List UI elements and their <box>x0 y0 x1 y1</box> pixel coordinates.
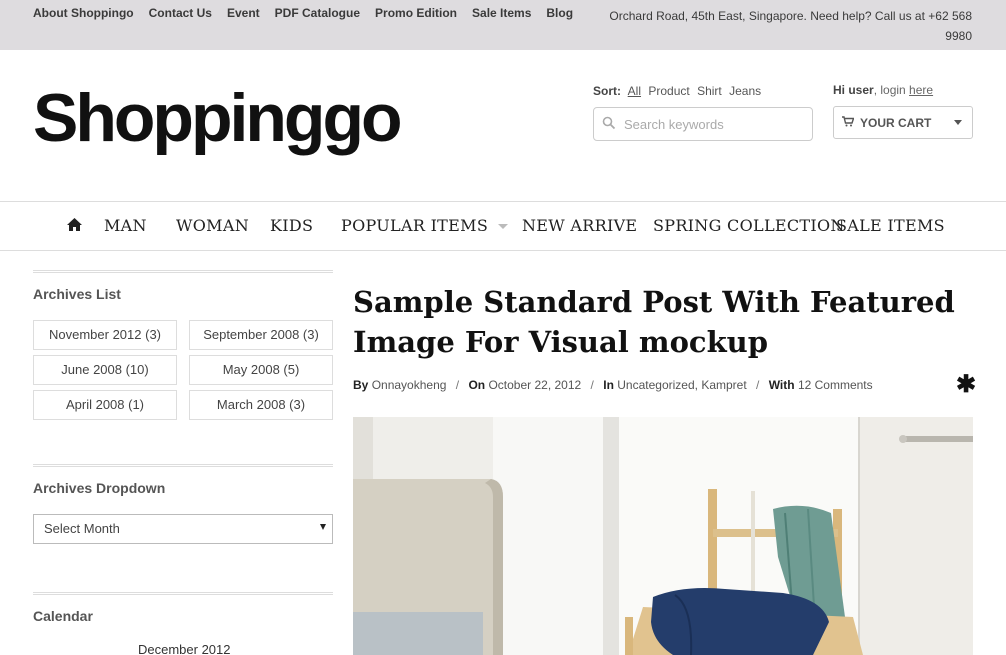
nav-item-sale-items[interactable]: SALE ITEMS <box>836 216 945 235</box>
sort-option-product[interactable]: Product <box>648 84 689 98</box>
home-icon[interactable] <box>67 218 82 236</box>
nav-item-popular-items[interactable]: POPULAR ITEMS <box>341 216 509 235</box>
sort-label: Sort: <box>593 84 621 98</box>
main-nav: MAN WOMAN KIDS POPULAR ITEMS NEW ARRIVE … <box>0 201 1006 251</box>
archives-dropdown-title: Archives Dropdown <box>33 480 166 496</box>
login-link[interactable]: here <box>909 83 933 97</box>
cart-icon <box>842 115 855 130</box>
archives-list-title: Archives List <box>33 286 121 302</box>
post-category[interactable]: Kampret <box>701 378 746 392</box>
top-link-about[interactable]: About Shoppingo <box>33 6 134 20</box>
post-author[interactable]: Onnayokheng <box>372 378 447 392</box>
top-link-blog[interactable]: Blog <box>546 6 573 20</box>
top-link-pdf-catalogue[interactable]: PDF Catalogue <box>275 6 360 20</box>
archive-link[interactable]: September 2008 (3) <box>189 320 333 350</box>
archive-link[interactable]: May 2008 (5) <box>189 355 333 385</box>
post-title[interactable]: Sample Standard Post With Featured Image… <box>353 282 973 362</box>
sort-option-all[interactable]: All <box>628 84 641 98</box>
nav-item-kids[interactable]: KIDS <box>270 216 313 235</box>
meta-with-label: With <box>768 378 795 392</box>
archive-link[interactable]: November 2012 (3) <box>33 320 177 350</box>
chevron-down-icon <box>320 524 326 530</box>
meta-on-label: On <box>468 378 486 392</box>
sticky-post-icon: ✱ <box>956 371 977 398</box>
select-value: Select Month <box>44 521 120 536</box>
featured-image[interactable] <box>353 417 973 655</box>
search-box <box>593 107 813 141</box>
nav-item-woman[interactable]: WOMAN <box>176 216 249 235</box>
cart-label: YOUR CART <box>860 115 932 130</box>
post-category[interactable]: Uncategorized <box>617 378 694 392</box>
top-links: About Shoppingo Contact Us Event PDF Cat… <box>33 6 588 20</box>
post-date: October 22, 2012 <box>488 378 582 392</box>
archive-link[interactable]: June 2008 (10) <box>33 355 177 385</box>
featured-image-art <box>353 417 973 655</box>
top-link-event[interactable]: Event <box>227 6 260 20</box>
sort-options: Sort: All Product Shirt Jeans <box>593 84 765 98</box>
meta-in-label: In <box>603 378 614 392</box>
divider <box>33 270 333 273</box>
archives-month-select[interactable]: Select Month <box>33 514 333 544</box>
user-greeting: Hi user, login here <box>833 83 933 97</box>
sort-option-jeans[interactable]: Jeans <box>729 84 761 98</box>
meta-by-label: By <box>353 378 369 392</box>
nav-item-spring-collection[interactable]: SPRING COLLECTION <box>653 216 845 235</box>
calendar-month: December 2012 <box>138 642 231 655</box>
nav-item-popular-label: POPULAR ITEMS <box>341 216 489 235</box>
greeting-text: , login <box>873 83 910 97</box>
search-input[interactable] <box>624 116 799 132</box>
contact-info: Orchard Road, 45th East, Singapore. Need… <box>609 9 972 43</box>
top-link-promo[interactable]: Promo Edition <box>375 6 457 20</box>
archive-link[interactable]: March 2008 (3) <box>189 390 333 420</box>
top-link-sale-items[interactable]: Sale Items <box>472 6 531 20</box>
top-link-contact[interactable]: Contact Us <box>149 6 212 20</box>
divider <box>33 464 333 467</box>
nav-item-man[interactable]: MAN <box>104 216 147 235</box>
greeting-user: Hi user <box>833 83 874 97</box>
cart-button[interactable]: YOUR CART <box>833 106 973 139</box>
sort-option-shirt[interactable]: Shirt <box>697 84 722 98</box>
archive-link[interactable]: April 2008 (1) <box>33 390 177 420</box>
post-comments-link[interactable]: 12 Comments <box>798 378 873 392</box>
top-bar: About Shoppingo Contact Us Event PDF Cat… <box>0 0 1006 50</box>
site-logo[interactable]: Shoppinggo <box>33 78 403 158</box>
search-icon <box>594 116 624 133</box>
chevron-down-icon <box>954 120 962 125</box>
post-meta: By Onnayokheng / On October 22, 2012 / I… <box>353 378 873 392</box>
calendar-title: Calendar <box>33 608 93 624</box>
chevron-down-icon <box>498 224 509 229</box>
divider <box>33 592 333 595</box>
nav-item-new-arrive[interactable]: NEW ARRIVE <box>522 216 637 235</box>
